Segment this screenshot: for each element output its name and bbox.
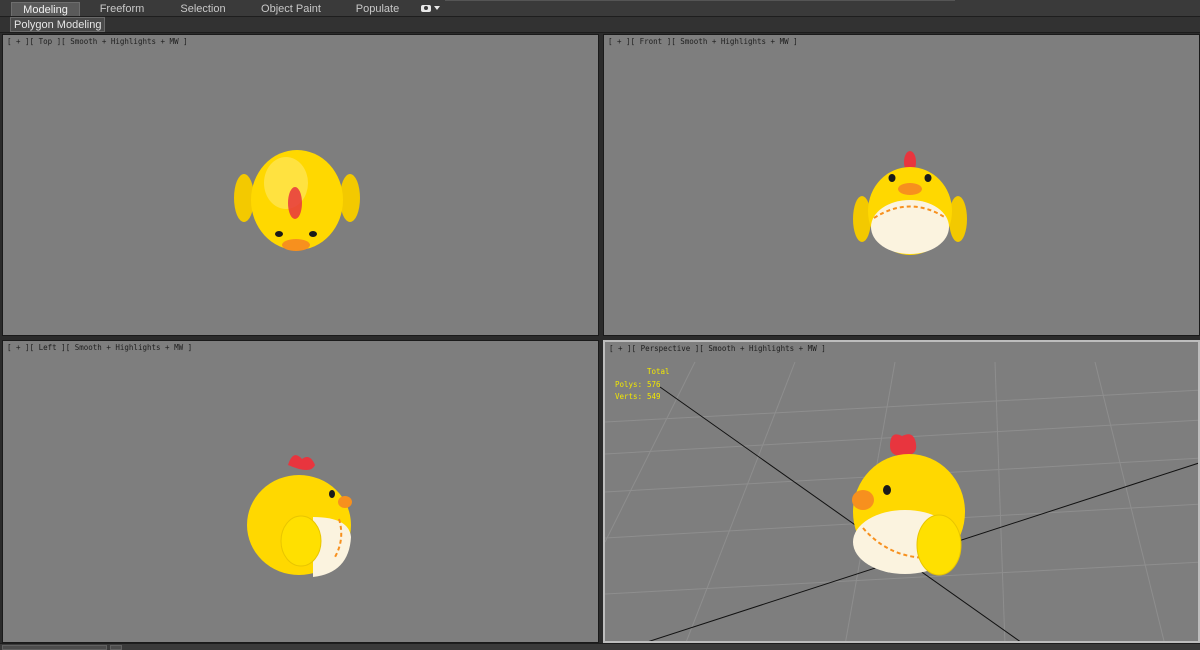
chick-model-top-view bbox=[234, 150, 360, 251]
tab-object-paint[interactable]: Object Paint bbox=[256, 2, 326, 16]
ribbon-top-divider bbox=[445, 0, 955, 1]
polys-value: 576 bbox=[647, 379, 661, 389]
chick-model-front-view bbox=[853, 151, 967, 255]
perspective-grid-and-chick bbox=[605, 361, 1198, 641]
tab-selection[interactable]: Selection bbox=[172, 2, 234, 16]
polygon-modeling-panel-button[interactable]: Polygon Modeling bbox=[10, 17, 106, 32]
scene-statistics-overlay: Total Polys: 576 Verts: 549 bbox=[615, 366, 670, 404]
viewport-top[interactable]: [ + ][ Top ][ Smooth + Highlights + MW ] bbox=[2, 34, 599, 336]
tab-freeform[interactable]: Freeform bbox=[92, 2, 152, 16]
stats-header: Total bbox=[647, 367, 670, 376]
verts-value: 549 bbox=[647, 392, 661, 401]
polys-label: Polys: bbox=[615, 379, 643, 389]
chick-model-left-view bbox=[247, 455, 352, 577]
tab-modeling[interactable]: Modeling bbox=[11, 2, 80, 16]
viewport-front[interactable]: [ + ][ Front ][ Smooth + Highlights + MW… bbox=[603, 34, 1200, 336]
time-slider[interactable] bbox=[2, 645, 107, 650]
time-slider-next-button[interactable] bbox=[110, 645, 122, 650]
tab-populate[interactable]: Populate bbox=[350, 2, 405, 16]
camera-dropdown-icon[interactable] bbox=[420, 3, 440, 14]
ribbon-tabs-bar: Modeling Freeform Selection Object Paint… bbox=[0, 0, 1200, 17]
viewport-perspective[interactable]: [ + ][ Perspective ][ Smooth + Highlight… bbox=[603, 340, 1200, 643]
ribbon-panel-bar: Polygon Modeling bbox=[0, 17, 1200, 33]
time-slider-bar bbox=[0, 643, 1200, 650]
verts-label: Verts: bbox=[615, 392, 643, 401]
viewport-left[interactable]: [ + ][ Left ][ Smooth + Highlights + MW … bbox=[2, 340, 599, 643]
